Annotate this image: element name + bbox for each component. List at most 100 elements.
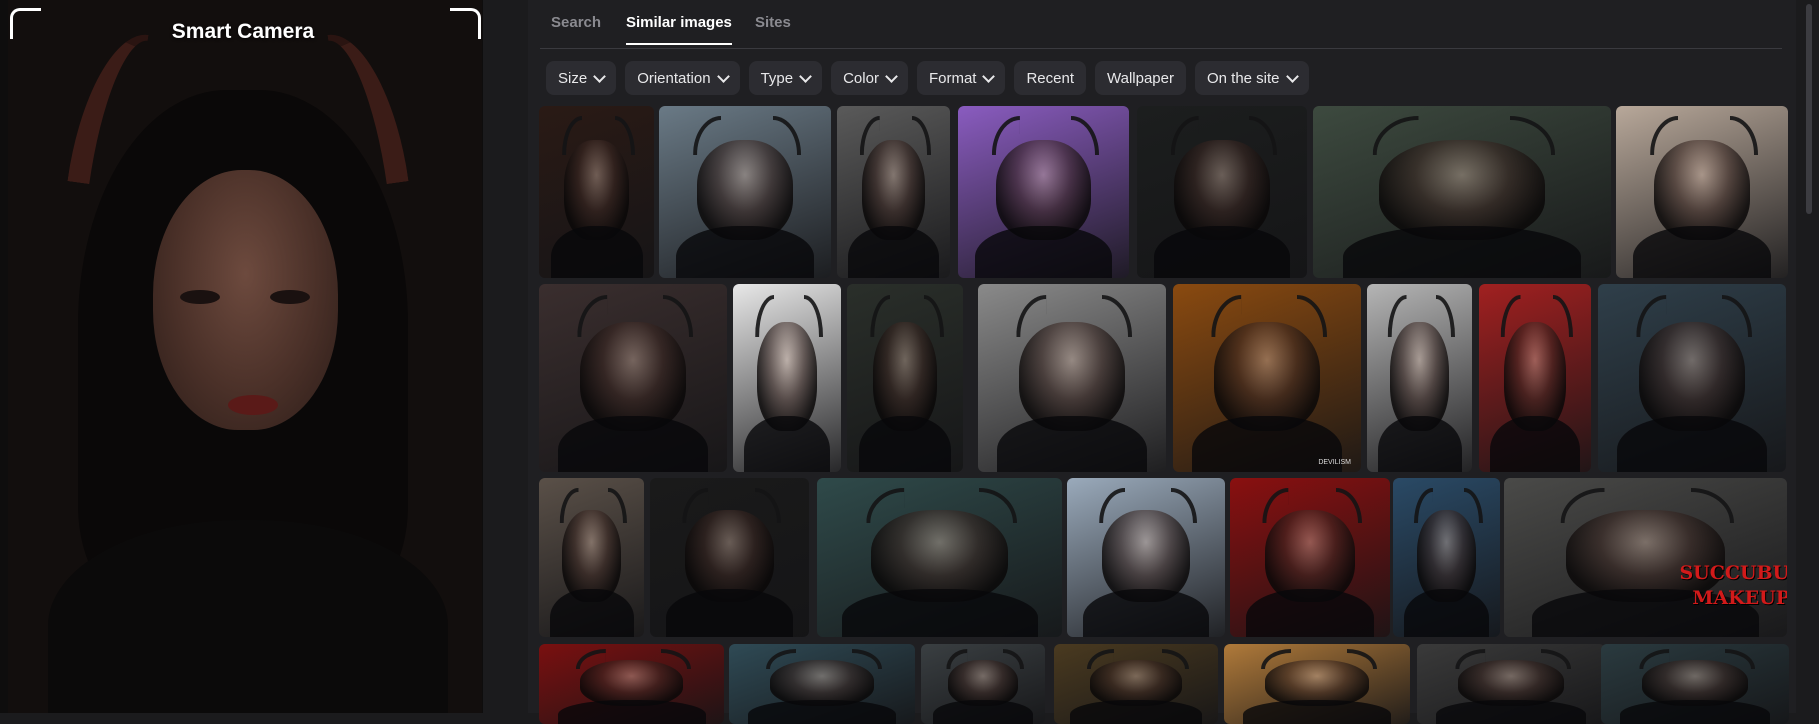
result-thumbnail[interactable]: [1616, 106, 1788, 278]
thumb-horn-right: [1249, 116, 1277, 155]
result-thumbnail[interactable]: [1137, 106, 1307, 278]
result-thumbnail[interactable]: [958, 106, 1129, 278]
thumb-horn-left: [1372, 116, 1419, 155]
tab-sites[interactable]: Sites: [755, 14, 791, 43]
thumb-horn-left: [1262, 487, 1289, 524]
result-thumbnail[interactable]: [837, 106, 950, 278]
filter-on-the-site[interactable]: On the site: [1194, 61, 1309, 95]
thumb-horn-left: [866, 487, 905, 524]
result-thumbnail[interactable]: [1479, 284, 1591, 472]
result-thumbnail[interactable]: [539, 478, 644, 637]
filter-recent[interactable]: Recent: [1014, 61, 1086, 95]
result-thumbnail[interactable]: [1224, 644, 1410, 724]
thumb-figure: [1101, 509, 1191, 603]
thumb-body: [1154, 226, 1290, 278]
thumb-figure: [562, 509, 621, 603]
filter-orientation[interactable]: Orientation: [625, 61, 740, 95]
result-thumbnail[interactable]: [1313, 106, 1611, 278]
filter-color[interactable]: Color: [831, 61, 908, 95]
result-thumbnail[interactable]: DEVILISM: [1173, 284, 1361, 472]
query-photo: [8, 0, 482, 713]
chevron-down-icon: [1285, 69, 1299, 83]
thumb-horn-left: [1261, 648, 1292, 669]
thumb-horn-right: [608, 487, 627, 524]
thumb-horn-left: [1635, 295, 1666, 337]
thumb-body: [1403, 589, 1490, 637]
thumb-horn-right: [1297, 295, 1328, 337]
thumb-horn-right: [1552, 295, 1573, 337]
thumb-horn-left: [1015, 295, 1046, 337]
filter-size[interactable]: Size: [546, 61, 617, 95]
thumb-horn-left: [1638, 648, 1669, 669]
thumb-figure: [1639, 321, 1745, 431]
thumb-horn-right: [754, 487, 782, 524]
thumb-horn-right: [923, 295, 944, 337]
result-thumbnail[interactable]: [1393, 478, 1500, 637]
thumb-horn-right: [1722, 295, 1753, 337]
thumb-figure: [1416, 509, 1477, 603]
thumb-horn-right: [1335, 487, 1362, 524]
thumb-horn-left: [1650, 116, 1679, 155]
thumb-horn-right: [772, 116, 801, 155]
thumb-body: [1435, 700, 1587, 724]
filter-type[interactable]: Type: [748, 61, 823, 95]
tab-bar: Search Similar images Sites: [540, 0, 1782, 49]
tab-search[interactable]: Search: [551, 14, 601, 43]
result-thumbnail[interactable]: [978, 284, 1166, 472]
thumb-horn-left: [1098, 487, 1125, 524]
thumb-horn-right: [978, 487, 1017, 524]
thumb-figure: [564, 140, 629, 241]
thumb-horn-right: [1002, 648, 1025, 669]
filter-wallpaper[interactable]: Wallpaper: [1095, 61, 1186, 95]
thumb-horn-right: [1102, 295, 1133, 337]
result-thumbnail[interactable]: [847, 284, 963, 472]
thumb-body: [747, 700, 897, 724]
result-thumbnail[interactable]: [1230, 478, 1390, 637]
thumb-horn-right: [851, 648, 882, 669]
result-thumbnail[interactable]: [1598, 284, 1786, 472]
photo-lips: [228, 395, 278, 415]
scrollbar-thumb[interactable]: [1806, 4, 1812, 214]
chevron-down-icon: [982, 69, 996, 83]
result-thumbnail[interactable]: SUCCUBUSMAKEUP: [1504, 478, 1787, 637]
photo-shirt: [48, 520, 448, 713]
result-thumbnail[interactable]: [729, 644, 915, 724]
result-thumbnail[interactable]: [539, 106, 654, 278]
tab-similar-images[interactable]: Similar images: [626, 14, 732, 45]
overlay-line: MAKEUP: [1692, 586, 1787, 609]
result-thumbnail[interactable]: [1054, 644, 1218, 724]
thumb-body: [557, 415, 709, 472]
result-thumbnail[interactable]: [1367, 284, 1472, 472]
result-thumbnail[interactable]: [659, 106, 831, 278]
thumb-horn-right: [663, 295, 694, 337]
thumb-horn-right: [804, 295, 824, 337]
filter-format[interactable]: Format: [916, 61, 1006, 95]
thumb-body: [665, 589, 794, 637]
thumb-figure: [1019, 321, 1125, 431]
thumb-watermark: DEVILISM: [1318, 459, 1351, 466]
thumb-figure: [861, 140, 926, 241]
chevron-down-icon: [593, 69, 607, 83]
thumb-horn-left: [1454, 648, 1485, 669]
result-thumbnail[interactable]: [817, 478, 1062, 637]
result-thumbnail[interactable]: [650, 478, 809, 637]
thumb-body: [1342, 226, 1582, 278]
thumb-body: [676, 226, 814, 278]
result-thumbnail[interactable]: [1417, 644, 1605, 724]
thumb-horn-right: [1725, 648, 1756, 669]
thumb-horn-right: [1541, 648, 1572, 669]
thumb-horn-right: [1346, 648, 1377, 669]
result-thumbnail[interactable]: [539, 644, 724, 724]
filter-label: Recent: [1026, 69, 1074, 87]
result-thumbnail[interactable]: [921, 644, 1045, 724]
result-thumbnail[interactable]: [1601, 644, 1789, 724]
result-thumbnail[interactable]: [733, 284, 841, 472]
thumb-figure: [1378, 140, 1546, 241]
thumb-figure: [1214, 321, 1320, 431]
thumb-body: [841, 589, 1038, 637]
result-thumbnail[interactable]: [1067, 478, 1225, 637]
thumb-horn-right: [1162, 648, 1190, 669]
result-thumbnail[interactable]: [539, 284, 727, 472]
thumb-figure: [872, 321, 938, 431]
thumb-horn-left: [681, 487, 709, 524]
